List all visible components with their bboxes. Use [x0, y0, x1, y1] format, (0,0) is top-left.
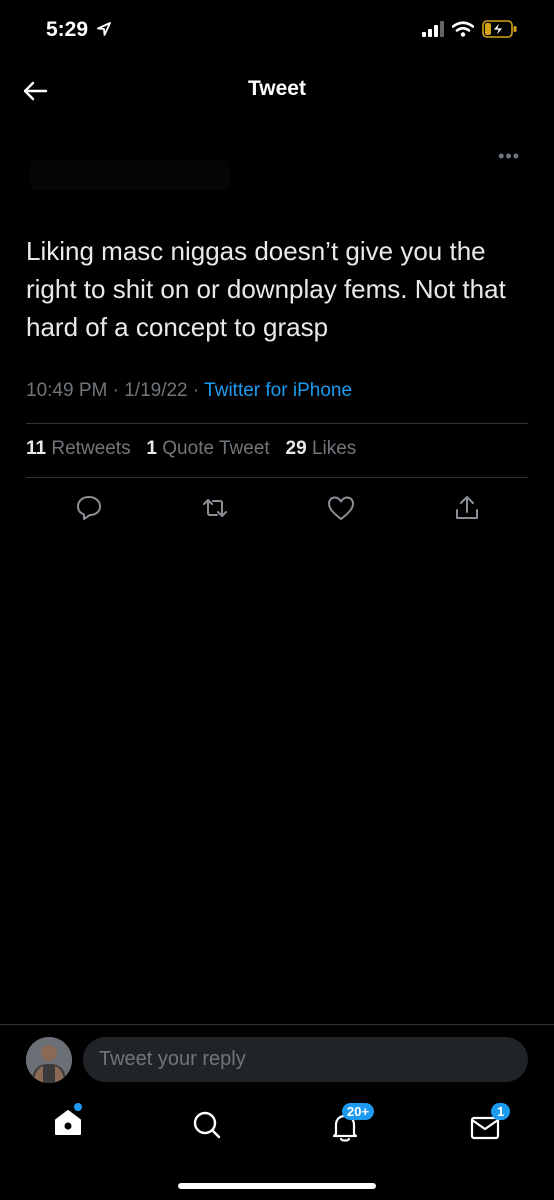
separator-dot: · [192, 380, 205, 401]
status-time-text: 5:29 [46, 18, 89, 41]
tweet-stats: 11 Retweets 1 Quote Tweet 29 Likes [26, 438, 356, 460]
more-options-icon[interactable]: ••• [498, 146, 520, 167]
page-title: Tweet [248, 77, 306, 100]
retweet-icon[interactable] [200, 493, 230, 523]
share-icon[interactable] [452, 493, 482, 523]
like-heart-icon[interactable] [326, 493, 356, 523]
home-new-dot [74, 1103, 82, 1111]
avatar[interactable] [26, 1037, 72, 1083]
status-time: 5:29 [46, 18, 112, 42]
quote-label: Quote Tweet [162, 438, 270, 459]
likes-stat[interactable]: 29 Likes [286, 438, 357, 459]
tweet-source-link[interactable]: Twitter for iPhone [204, 380, 352, 401]
divider [26, 477, 528, 478]
status-indicators [422, 20, 518, 38]
tab-home[interactable] [51, 1103, 85, 1139]
separator-dot: · [112, 380, 125, 401]
quote-count: 1 [146, 438, 157, 459]
wifi-icon [452, 21, 474, 37]
bottom-divider [0, 1024, 554, 1025]
retweets-label: Retweets [51, 438, 131, 459]
search-icon [193, 1111, 221, 1139]
reply-icon[interactable] [74, 493, 104, 523]
reply-input[interactable]: Tweet your reply [83, 1037, 528, 1082]
tweet-text: Liking masc niggas doesn’t give you the … [26, 236, 506, 342]
tweet-date: 1/19/22 [124, 380, 188, 401]
tab-search[interactable] [190, 1108, 224, 1142]
retweets-stat[interactable]: 11 Retweets [26, 438, 131, 459]
avatar-image [26, 1037, 72, 1083]
tweet-metadata: 10:49 PM · 1/19/22 · Twitter for iPhone [26, 380, 352, 402]
cellular-signal-icon [422, 21, 444, 37]
likes-label: Likes [311, 438, 357, 459]
notifications-badge: 20+ [342, 1103, 375, 1120]
quote-tweets-stat[interactable]: 1 Quote Tweet [146, 438, 269, 459]
tweet-actions [26, 490, 528, 526]
tweet-time: 10:49 PM [26, 380, 108, 401]
messages-badge: 1 [491, 1103, 511, 1120]
reply-placeholder: Tweet your reply [99, 1048, 246, 1070]
battery-charging-icon [482, 20, 517, 38]
location-arrow-icon [96, 22, 111, 36]
author-header-obscured [30, 160, 230, 190]
home-indicator[interactable] [178, 1183, 376, 1189]
retweets-count: 11 [26, 438, 47, 459]
divider [26, 423, 528, 424]
likes-count: 29 [285, 438, 307, 459]
